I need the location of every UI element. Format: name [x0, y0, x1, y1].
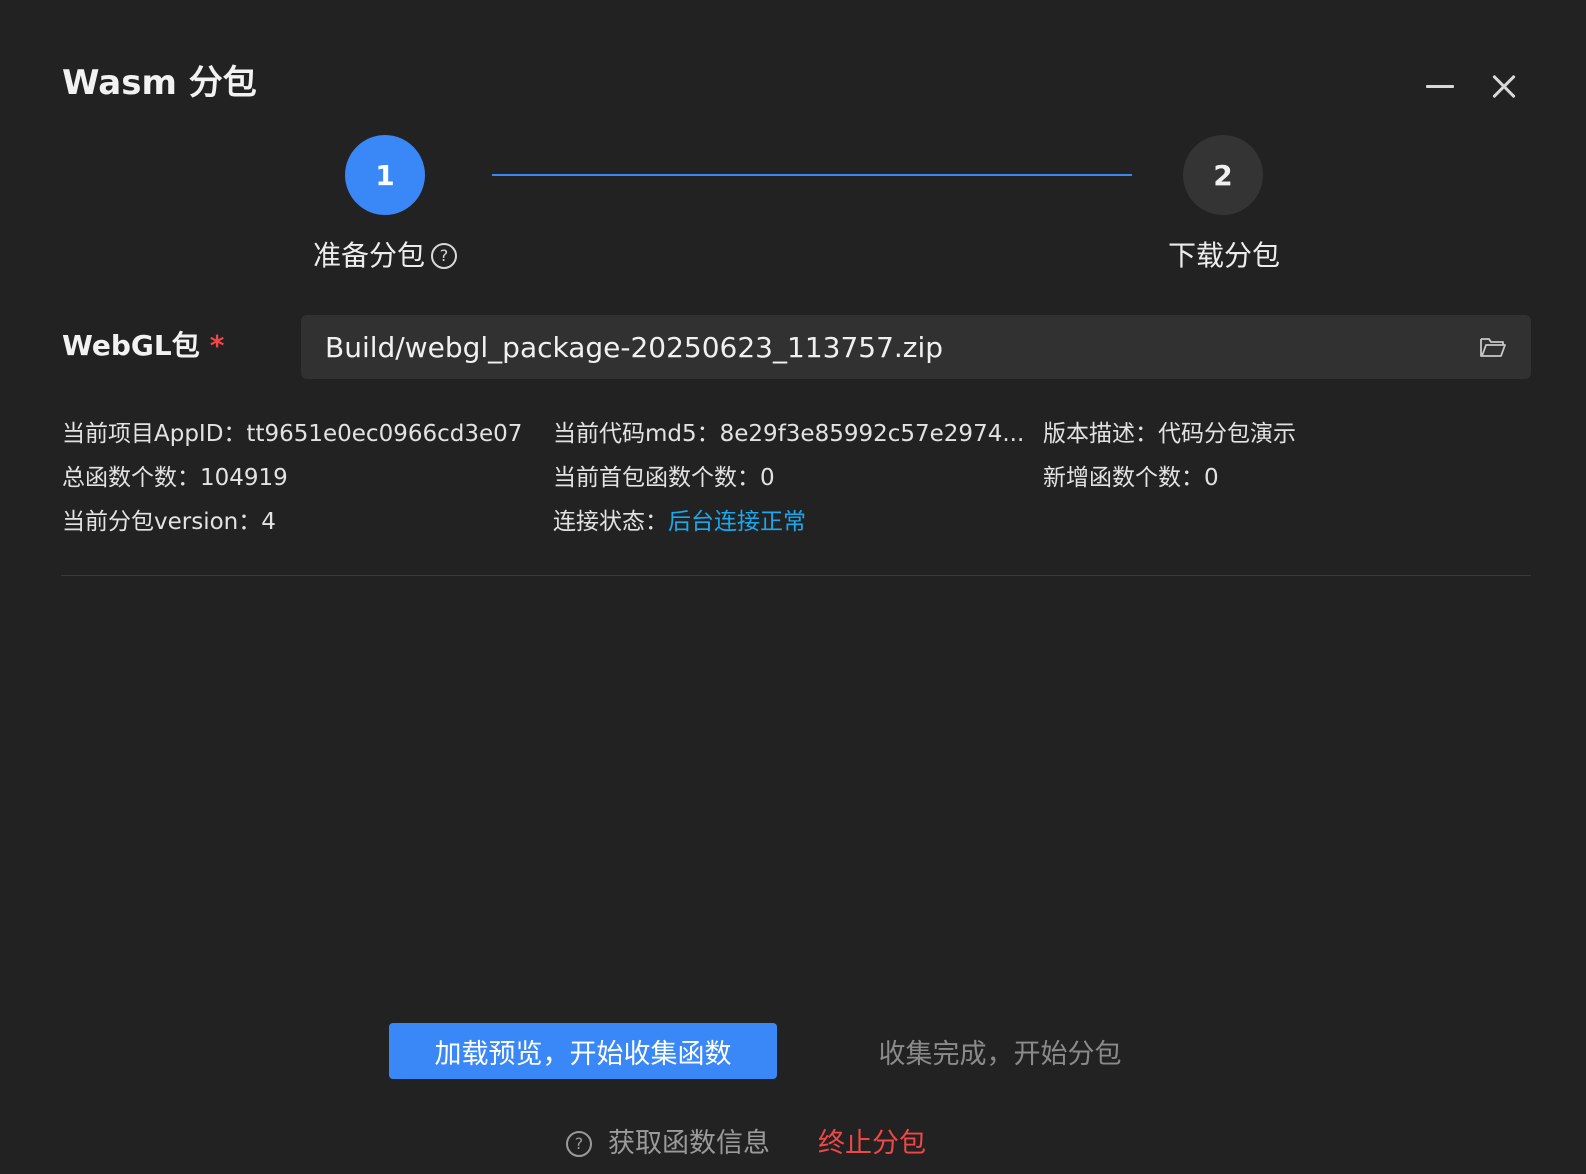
- info-new-functions: 新增函数个数：0: [1043, 465, 1219, 491]
- required-mark: *: [209, 329, 225, 362]
- step-1-label: 准备分包: [313, 239, 426, 272]
- question-circle-icon[interactable]: ?: [431, 243, 458, 269]
- fetch-function-info-label: 获取函数信息: [608, 1128, 770, 1159]
- section-divider: [61, 575, 1531, 576]
- stop-split-link[interactable]: 终止分包: [818, 1124, 926, 1164]
- info-version-desc: 版本描述：代码分包演示: [1043, 421, 1296, 447]
- step-connector: [492, 174, 1132, 176]
- webgl-label-text: WebGL包: [62, 329, 200, 362]
- webgl-package-input[interactable]: Build/webgl_package-20250623_113757.zip: [301, 315, 1531, 379]
- info-package-version: 当前分包version：4: [62, 509, 276, 535]
- info-app-id: 当前项目AppID：tt9651e0ec0966cd3e07: [62, 421, 523, 447]
- start-split-button[interactable]: 收集完成，开始分包: [850, 1023, 1150, 1079]
- folder-open-icon[interactable]: [1479, 335, 1507, 359]
- step-2-label: 下载分包: [1168, 239, 1281, 272]
- webgl-package-path: Build/webgl_package-20250623_113757.zip: [325, 330, 944, 364]
- question-circle-icon: ?: [566, 1131, 592, 1157]
- webgl-field-label: WebGL包 *: [62, 326, 224, 366]
- connection-label: 连接状态：: [553, 509, 668, 535]
- info-first-package-functions: 当前首包函数个数：0: [553, 465, 775, 491]
- info-md5: 当前代码md5：8e29f3e85992c57e2974...: [553, 421, 1025, 447]
- step-1-label-group: 准备分包 ?: [313, 236, 458, 276]
- minimize-icon[interactable]: [1420, 67, 1460, 107]
- wasm-split-dialog: Wasm 分包 1 2 准备分包 ? 下载分包 WebGL包 * Build/we…: [0, 0, 1586, 1174]
- connection-status: 后台连接正常: [668, 509, 806, 535]
- dialog-title: Wasm 分包: [62, 63, 257, 103]
- step-2-indicator: 2: [1183, 135, 1263, 215]
- info-connection: 连接状态：后台连接正常: [553, 506, 806, 538]
- fetch-function-info-link[interactable]: ? 获取函数信息: [566, 1124, 770, 1164]
- step-1-indicator: 1: [345, 135, 425, 215]
- info-total-functions: 总函数个数：104919: [62, 465, 288, 491]
- close-icon[interactable]: [1484, 67, 1524, 107]
- start-collect-button[interactable]: 加载预览，开始收集函数: [389, 1023, 777, 1079]
